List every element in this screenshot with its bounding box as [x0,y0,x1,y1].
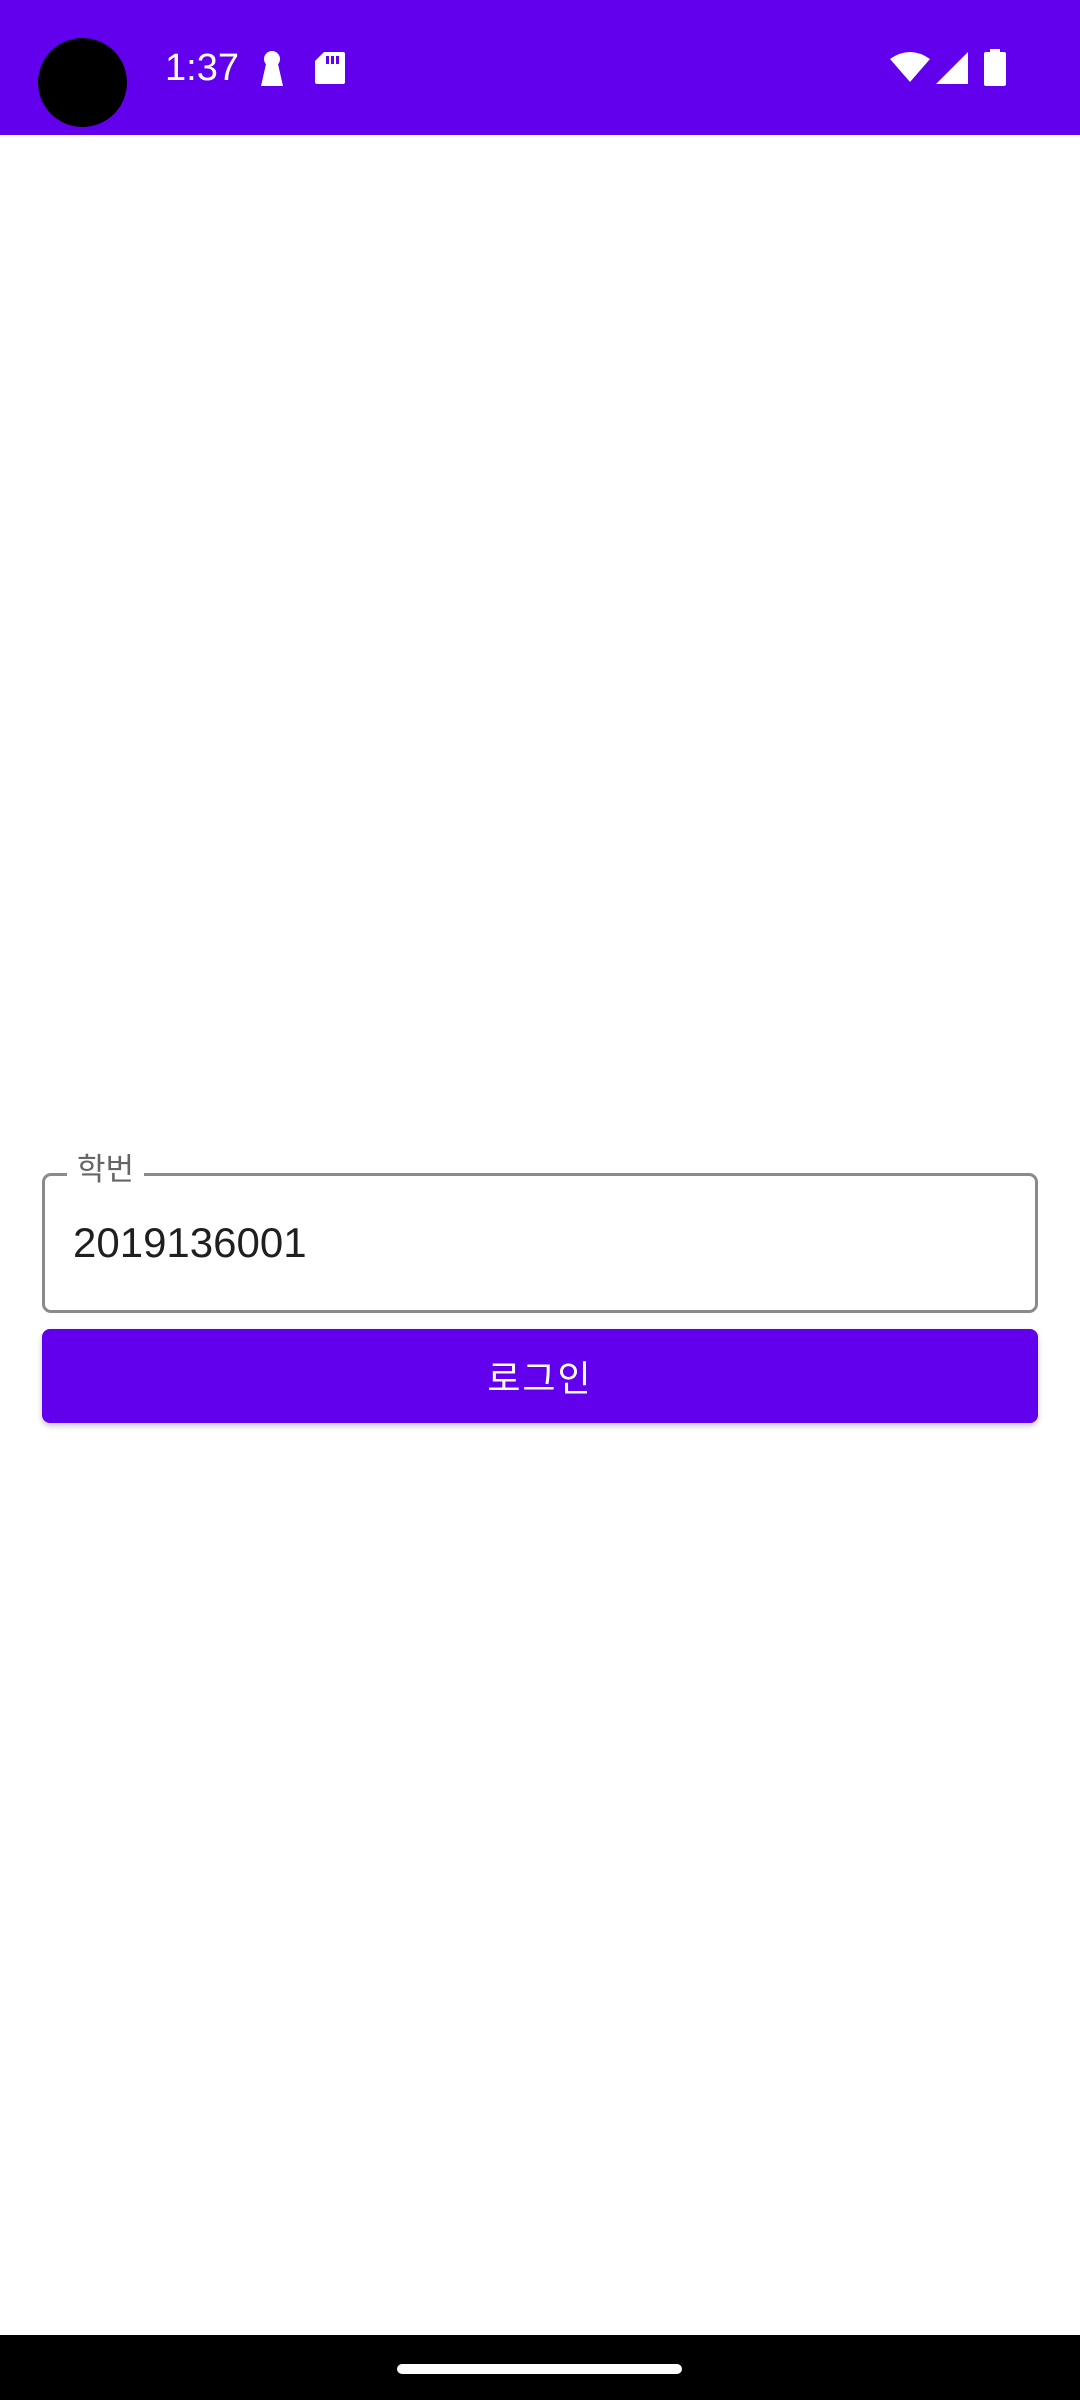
front-camera-cutout [38,38,127,127]
home-handle[interactable] [397,2364,682,2374]
cellular-signal-icon [936,52,968,84]
navigation-bar [0,2335,1080,2400]
student-id-label: 학번 [67,1150,145,1190]
status-time: 1:37 [165,47,239,89]
sd-card-icon [315,52,345,84]
student-id-field[interactable]: 학번 [42,1150,1038,1313]
keyhole-icon [261,51,283,86]
wifi-icon [890,52,930,82]
student-id-input[interactable] [73,1216,973,1270]
login-button[interactable]: 로그인 [42,1329,1038,1423]
status-bar: 1:37 [0,0,1080,135]
battery-icon [984,49,1006,86]
